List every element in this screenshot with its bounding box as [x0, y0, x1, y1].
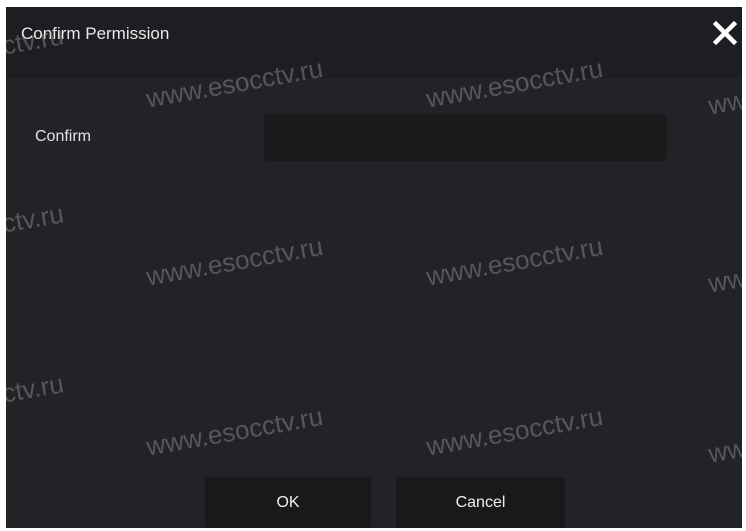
- dialog-title: Confirm Permission: [21, 24, 170, 43]
- watermark-text: www.esocctv.ru: [144, 400, 326, 462]
- watermark-text: www.esocctv.ru: [424, 400, 606, 462]
- watermark-text: ctv.ru: [6, 198, 66, 239]
- close-icon: [712, 20, 738, 46]
- watermark-text: ww: [706, 84, 742, 121]
- close-button[interactable]: [711, 19, 739, 47]
- ok-button[interactable]: OK: [205, 477, 371, 528]
- confirm-label: Confirm: [35, 128, 92, 145]
- watermark-text: ww: [706, 262, 742, 299]
- watermark-text: www.esocctv.ru: [424, 230, 606, 292]
- dialog-titlebar: Confirm Permission: [6, 7, 742, 78]
- cancel-button[interactable]: Cancel: [396, 477, 565, 528]
- watermark-text: ctv.ru: [6, 368, 66, 409]
- watermark-text: ww: [706, 432, 742, 469]
- watermark-text: www.esocctv.ru: [144, 230, 326, 292]
- confirm-permission-dialog: Confirm Permission Confirm OK Cancel ctv…: [6, 7, 742, 528]
- confirm-input[interactable]: [264, 114, 667, 161]
